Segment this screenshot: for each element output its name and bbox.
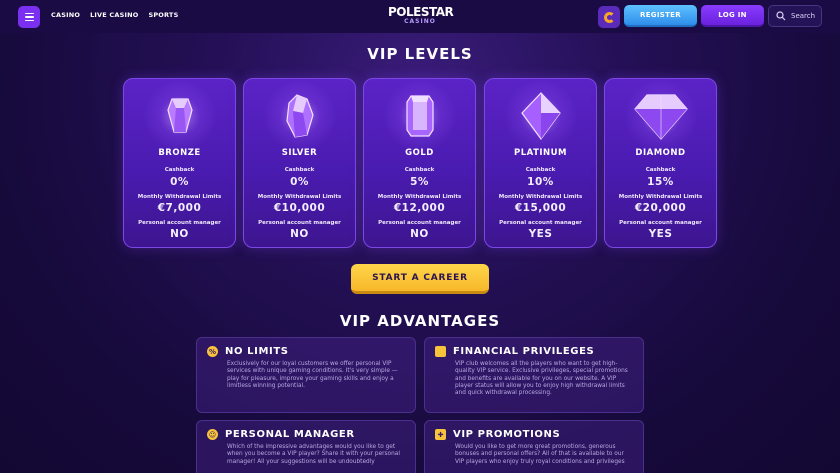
withdrawal-label: Monthly Withdrawal Limits (377, 194, 462, 200)
advantage-personal-manager: ☺ PERSONAL MANAGER Which of the impressi… (196, 420, 416, 473)
gold-gem-icon (405, 95, 434, 137)
diamond-gem-icon (633, 94, 688, 140)
manager-label: Personal account manager (138, 220, 221, 226)
tier-name: SILVER (281, 148, 318, 158)
search-button[interactable]: Search (768, 5, 822, 27)
start-career-button[interactable]: START A CAREER (351, 264, 489, 294)
cashback-label: Cashback (164, 167, 195, 173)
cashback-value: 10% (527, 176, 554, 188)
withdrawal-label: Monthly Withdrawal Limits (618, 194, 703, 200)
advantage-text: VIP club welcomes all the players who wa… (455, 361, 628, 397)
search-label: Search (791, 12, 816, 20)
manager-label: Personal account manager (258, 220, 341, 226)
percent-icon: % (207, 346, 218, 357)
manager-value: NO (170, 228, 189, 240)
advantage-financial-privileges: FINANCIAL PRIVILEGES VIP club welcomes a… (424, 337, 644, 413)
wallet-icon (435, 346, 446, 357)
manager-value: NO (290, 228, 309, 240)
coin-icon (603, 11, 615, 23)
nav-sports[interactable]: SPORTS (148, 11, 178, 19)
nav-casino[interactable]: CASINO (51, 11, 80, 19)
cashback-value: 15% (647, 176, 674, 188)
withdrawal-value: €15,000 (514, 202, 567, 214)
cashback-value: 0% (290, 176, 309, 188)
silver-gem-icon (285, 94, 314, 138)
advantage-title: FINANCIAL PRIVILEGES (453, 346, 595, 357)
withdrawal-value: €12,000 (393, 202, 446, 214)
polestar-logo[interactable]: POLESTAR CASINO (388, 5, 454, 25)
manager-label: Personal account manager (378, 220, 461, 226)
vip-card-gold: GOLD Cashback 5% Monthly Withdrawal Limi… (363, 76, 476, 248)
bronze-gem-icon (166, 98, 193, 133)
withdrawal-label: Monthly Withdrawal Limits (137, 194, 222, 200)
manager-value: YES (648, 228, 673, 240)
tier-name: PLATINUM (514, 148, 567, 158)
cashback-value: 5% (410, 176, 429, 188)
vip-card-bronze: BRONZE Cashback 0% Monthly Withdrawal Li… (123, 76, 236, 248)
withdrawal-value: €7,000 (157, 202, 202, 214)
top-header: CASINO LIVE CASINO SPORTS POLESTAR CASIN… (0, 0, 840, 33)
menu-button[interactable] (18, 6, 40, 28)
logo-sub-text: CASINO (404, 18, 436, 25)
login-button[interactable]: LOG IN (701, 5, 764, 27)
vip-level-cards: BRONZE Cashback 0% Monthly Withdrawal Li… (123, 76, 717, 248)
vip-card-diamond: DIAMOND Cashback 15% Monthly Withdrawal … (604, 76, 717, 248)
main-nav: CASINO LIVE CASINO SPORTS (51, 11, 178, 19)
platinum-gem-icon (520, 92, 561, 141)
withdrawal-value: €10,000 (273, 202, 326, 214)
coin-button[interactable] (598, 6, 620, 28)
cashback-label: Cashback (404, 167, 435, 173)
register-button[interactable]: REGISTER (624, 5, 697, 27)
nav-live-casino[interactable]: LIVE CASINO (90, 11, 138, 19)
manager-value: YES (528, 228, 553, 240)
tier-name: GOLD (405, 148, 434, 158)
smile-icon: ☺ (207, 429, 218, 440)
advantage-text: Exclusively for our loyal customers we o… (227, 361, 398, 389)
manager-label: Personal account manager (499, 220, 582, 226)
logo-main-text: POLESTAR (388, 5, 454, 19)
tier-name: DIAMOND (635, 148, 686, 158)
cashback-label: Cashback (645, 167, 676, 173)
search-icon (776, 11, 786, 21)
manager-label: Personal account manager (619, 220, 702, 226)
withdrawal-label: Monthly Withdrawal Limits (257, 194, 342, 200)
vip-levels-title: VIP LEVELS (367, 45, 473, 63)
advantage-text: Would you like to get more great promoti… (455, 444, 625, 465)
advantage-title: PERSONAL MANAGER (225, 429, 355, 440)
gift-icon: ✚ (435, 429, 446, 440)
advantage-title: VIP PROMOTIONS (453, 429, 561, 440)
hamburger-icon (24, 12, 34, 15)
vip-card-platinum: PLATINUM Cashback 10% Monthly Withdrawal… (484, 76, 597, 248)
withdrawal-label: Monthly Withdrawal Limits (498, 194, 583, 200)
tier-name: BRONZE (158, 148, 201, 158)
advantage-title: NO LIMITS (225, 346, 289, 357)
vip-card-silver: SILVER Cashback 0% Monthly Withdrawal Li… (243, 76, 356, 248)
advantage-no-limits: % NO LIMITS Exclusively for our loyal cu… (196, 337, 416, 413)
advantage-vip-promotions: ✚ VIP PROMOTIONS Would you like to get m… (424, 420, 644, 473)
cashback-label: Cashback (284, 167, 315, 173)
cashback-label: Cashback (525, 167, 556, 173)
manager-value: NO (410, 228, 429, 240)
advantage-text: Which of the impressive advantages would… (227, 444, 400, 465)
vip-advantages-title: VIP ADVANTAGES (339, 312, 501, 330)
withdrawal-value: €20,000 (634, 202, 687, 214)
cashback-value: 0% (170, 176, 189, 188)
